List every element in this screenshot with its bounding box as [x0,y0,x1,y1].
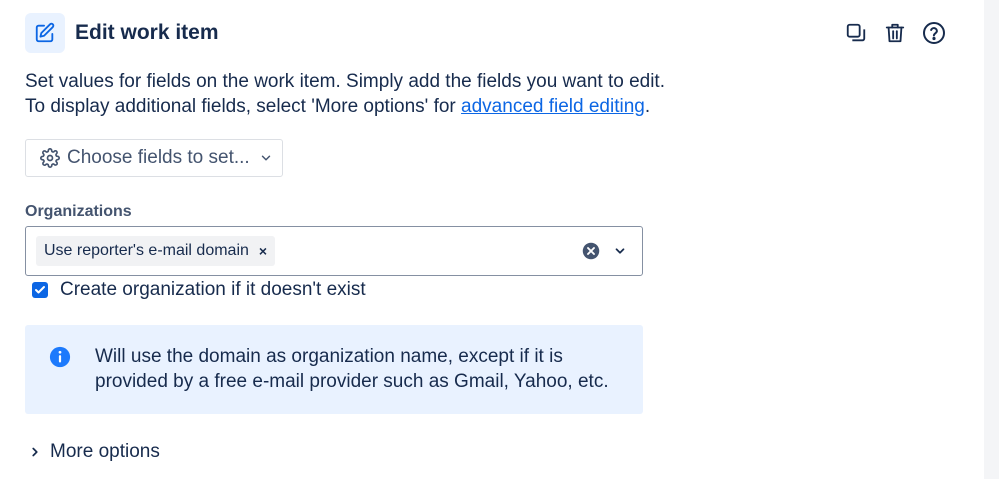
copy-icon [846,23,866,42]
more-options-label: More options [50,441,160,462]
checkmark-icon [35,286,45,294]
create-organization-checkbox[interactable] [32,282,48,298]
dropdown-button[interactable] [610,241,630,261]
help-circle-icon [923,22,945,44]
pencil-square-icon [25,13,65,53]
help-button[interactable] [920,19,948,47]
trash-icon [885,23,905,43]
clear-button[interactable] [581,241,601,261]
header-actions [842,19,959,47]
info-message: Will use the domain as organization name… [25,325,643,414]
create-organization-row: Create organization if it doesn't exist [32,279,366,301]
info-text-line-1: Will use the domain as organization name… [95,346,563,367]
chevron-down-icon [259,151,273,165]
chevron-right-icon [32,447,38,457]
copy-button[interactable] [842,19,870,47]
advanced-field-editing-link[interactable]: advanced field editing [461,96,645,117]
selected-tag: Use reporter's e-mail domain × [36,236,276,266]
choose-fields-button[interactable]: Choose fields to set... [25,139,283,177]
description-line-1: Set values for fields on the work item. … [25,71,665,92]
selected-tag-label: Use reporter's e-mail domain [44,242,249,259]
more-options-toggle[interactable]: More options [28,441,160,463]
choose-fields-label: Choose fields to set... [67,147,250,168]
scrollbar[interactable] [984,0,999,479]
clear-icon [582,242,600,260]
info-text: Will use the domain as organization name… [95,344,609,394]
description: Set values for fields on the work item. … [25,69,665,119]
info-icon [49,346,71,368]
tag-remove-button[interactable]: × [259,243,267,259]
organizations-select[interactable]: Use reporter's e-mail domain × [25,226,643,276]
page-title: Edit work item [75,21,219,44]
create-organization-label[interactable]: Create organization if it doesn't exist [60,279,366,301]
description-line-2: To display additional fields, select 'Mo… [25,94,665,119]
description-line-2-suffix: . [644,96,651,117]
organizations-label: Organizations [25,203,132,220]
info-text-line-2: provided by a free e-mail provider such … [95,371,609,392]
header: Edit work item [25,13,219,53]
description-line-2-prefix: To display additional fields, select 'Mo… [25,96,462,117]
gear-icon [40,148,60,168]
chevron-down-icon [615,248,625,254]
delete-button[interactable] [881,19,909,47]
